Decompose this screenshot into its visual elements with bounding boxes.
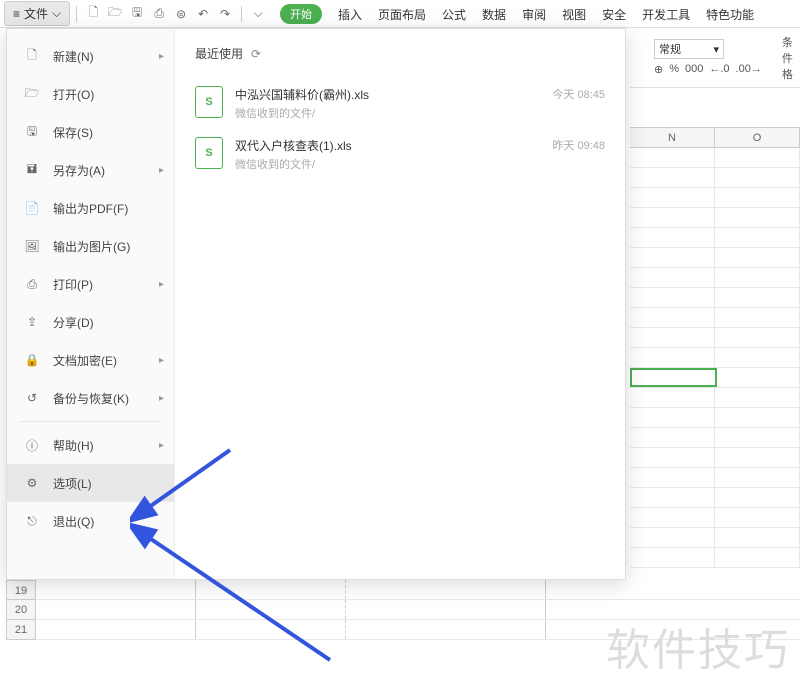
row-headers: 19 20 21 (6, 580, 36, 640)
chevron-right-icon: ▸ (159, 279, 164, 290)
file-time: 昨天 09:48 (552, 137, 605, 153)
row-header[interactable]: 20 (6, 600, 36, 620)
active-cell[interactable] (630, 368, 717, 387)
tab-special[interactable]: 特色功能 (706, 6, 754, 23)
menu-label: 帮助(H) (53, 437, 94, 454)
file-menu-panel: 🗋 新建(N) ▸ 🗁 打开(O) 🖫 保存(S) 🖬 另存为(A) ▸ 📄 输… (6, 28, 626, 580)
menu-label: 备份与恢复(K) (53, 390, 129, 407)
file-path: 微信收到的文件/ (235, 105, 540, 121)
file-path: 微信收到的文件/ (235, 156, 540, 172)
help-icon: ⓘ (23, 436, 41, 454)
menu-label: 保存(S) (53, 124, 93, 141)
chevron-right-icon: ▸ (159, 165, 164, 176)
image-icon: 🖼 (23, 237, 41, 255)
file-time: 今天 08:45 (552, 86, 605, 102)
tab-review[interactable]: 审阅 (522, 6, 546, 23)
grid-body[interactable] (630, 148, 800, 568)
menu-help[interactable]: ⓘ 帮助(H) ▸ (7, 426, 174, 464)
refresh-icon[interactable]: ⟳ (251, 47, 261, 61)
saveas-icon: 🖬 (23, 161, 41, 179)
menu-label: 打开(O) (53, 86, 94, 103)
new-icon: 🗋 (23, 47, 41, 65)
menu-options[interactable]: ⚙ 选项(L) (7, 464, 174, 502)
menu-share[interactable]: ⇪ 分享(D) (7, 303, 174, 341)
ribbon-number-group: 常规 ▾ ⊕ % 000 ←.0 .00→ 条件格 (630, 28, 800, 88)
tab-view[interactable]: 视图 (562, 6, 586, 23)
tab-formula[interactable]: 公式 (442, 6, 466, 23)
menu-label: 输出为图片(G) (53, 238, 130, 255)
backup-icon: ↺ (23, 389, 41, 407)
menu-backup[interactable]: ↺ 备份与恢复(K) ▸ (7, 379, 174, 417)
separator (19, 421, 162, 422)
percent-icon[interactable]: % (669, 63, 679, 76)
conditional-format-label[interactable]: 条件格 (782, 34, 793, 82)
comma-icon[interactable]: 000 (685, 63, 703, 76)
menu-label: 输出为PDF(F) (53, 200, 128, 217)
file-name: 中泓兴国辅料价(霸州).xls (235, 86, 540, 103)
menu-label: 文档加密(E) (53, 352, 117, 369)
increase-decimal-icon[interactable]: .00→ (736, 63, 762, 76)
menu-export-pdf[interactable]: 📄 输出为PDF(F) (7, 189, 174, 227)
recent-file-item[interactable]: S 中泓兴国辅料价(霸州).xls 微信收到的文件/ 今天 08:45 (195, 78, 605, 129)
open-icon: 🗁 (23, 85, 41, 103)
row-header[interactable]: 19 (6, 580, 36, 600)
column-header[interactable]: O (715, 128, 800, 147)
formula-bar-area (630, 88, 800, 128)
print-icon: ⎙ (23, 275, 41, 293)
column-headers: N O (630, 128, 800, 148)
save-icon: 🖫 (23, 123, 41, 141)
recent-header: 最近使用 ⟳ (195, 45, 605, 62)
menu-save[interactable]: 🖫 保存(S) (7, 113, 174, 151)
file-name: 双代入户核查表(1).xls (235, 137, 540, 154)
chevron-right-icon: ▸ (159, 393, 164, 404)
tab-security[interactable]: 安全 (602, 6, 626, 23)
menu-label: 选项(L) (53, 475, 92, 492)
tab-data[interactable]: 数据 (482, 6, 506, 23)
menu-label: 另存为(A) (53, 162, 105, 179)
menu-encrypt[interactable]: 🔒 文档加密(E) ▸ (7, 341, 174, 379)
currency-icon[interactable]: ⊕ (654, 63, 663, 76)
pdf-icon: 📄 (23, 199, 41, 217)
menu-label: 打印(P) (53, 276, 93, 293)
chevron-right-icon: ▸ (159, 355, 164, 366)
menu-print[interactable]: ⎙ 打印(P) ▸ (7, 265, 174, 303)
recent-files-panel: 最近使用 ⟳ S 中泓兴国辅料价(霸州).xls 微信收到的文件/ 今天 08:… (175, 29, 625, 579)
tab-devtools[interactable]: 开发工具 (642, 6, 690, 23)
menu-export-image[interactable]: 🖼 输出为图片(G) (7, 227, 174, 265)
tab-start[interactable]: 开始 (280, 4, 322, 24)
menu-label: 分享(D) (53, 314, 94, 331)
menu-saveas[interactable]: 🖬 另存为(A) ▸ (7, 151, 174, 189)
grid-below-menu[interactable] (36, 580, 800, 640)
number-format-label: 常规 (659, 41, 681, 57)
tab-layout[interactable]: 页面布局 (378, 6, 426, 23)
chevron-down-icon: ▾ (713, 43, 719, 56)
menu-label: 新建(N) (53, 48, 94, 65)
decrease-decimal-icon[interactable]: ←.0 (709, 63, 729, 76)
tab-insert[interactable]: 插入 (338, 6, 362, 23)
column-header[interactable]: N (630, 128, 715, 147)
chevron-right-icon: ▸ (159, 440, 164, 451)
recent-file-item[interactable]: S 双代入户核查表(1).xls 微信收到的文件/ 昨天 09:48 (195, 129, 605, 180)
gear-icon: ⚙ (23, 474, 41, 492)
file-menu-list: 🗋 新建(N) ▸ 🗁 打开(O) 🖫 保存(S) 🖬 另存为(A) ▸ 📄 输… (7, 29, 175, 579)
ribbon-tabs: 开始 插入 页面布局 公式 数据 审阅 视图 安全 开发工具 特色功能 (0, 2, 754, 26)
menu-label: 退出(Q) (53, 513, 94, 530)
row-header[interactable]: 21 (6, 620, 36, 640)
menu-new[interactable]: 🗋 新建(N) ▸ (7, 37, 174, 75)
recent-label: 最近使用 (195, 45, 243, 62)
share-icon: ⇪ (23, 313, 41, 331)
number-format-select[interactable]: 常规 ▾ (654, 39, 724, 59)
chevron-right-icon: ▸ (159, 51, 164, 62)
menu-open[interactable]: 🗁 打开(O) (7, 75, 174, 113)
xls-file-icon: S (195, 137, 223, 169)
number-format-icons: ⊕ % 000 ←.0 .00→ (654, 63, 762, 76)
lock-icon: 🔒 (23, 351, 41, 369)
xls-file-icon: S (195, 86, 223, 118)
menu-exit[interactable]: ⎋ 退出(Q) (7, 502, 174, 540)
exit-icon: ⎋ (23, 512, 41, 530)
